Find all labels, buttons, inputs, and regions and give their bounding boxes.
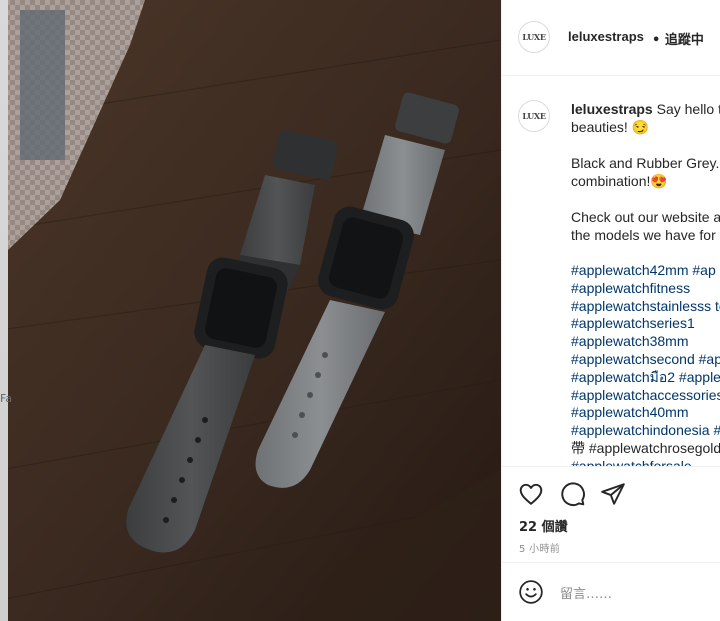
caption-text: the models we have for: [571, 227, 716, 243]
caption-scroll-area[interactable]: LUXE leluxestraps Say hello to beauties!…: [502, 76, 720, 466]
hashtag-link[interactable]: #applewatch40mm: [571, 404, 720, 422]
caption-avatar[interactable]: LUXE: [518, 100, 550, 132]
post-header: LUXE leluxestraps • 追蹤中: [502, 0, 720, 76]
paper-plane-icon[interactable]: [600, 481, 626, 507]
hashtag-list: #applewatch42mm #ap #applewatchfitness #…: [571, 262, 720, 466]
hashtag-link[interactable]: #applewatchfitness: [571, 280, 720, 298]
comment-bubble-icon[interactable]: [560, 481, 586, 507]
smiley-icon[interactable]: [518, 579, 544, 605]
like-count[interactable]: 22 個讚: [519, 516, 568, 535]
hashtag-link[interactable]: #applewatchaccessories: [571, 387, 720, 405]
following-status-button[interactable]: • 追蹤中: [652, 29, 704, 48]
caption-text: Say hello to: [656, 101, 720, 117]
product-image: [0, 0, 501, 621]
heart-icon[interactable]: [518, 481, 544, 507]
caption-text: beauties! 😏: [571, 119, 650, 135]
caption-text: combination!😍: [571, 173, 668, 189]
comment-input[interactable]: 留言……: [560, 583, 612, 602]
hashtag-link[interactable]: 帶 #applewatchrosegold: [571, 440, 720, 458]
post-actions: 22 個讚 5 小時前: [502, 466, 720, 563]
post-caption: leluxestraps Say hello to beauties! 😏 Bl…: [571, 100, 720, 466]
avatar-logo-text: LUXE: [522, 32, 546, 42]
hashtag-link[interactable]: #applewatchindonesia #: [571, 422, 720, 440]
hashtag-link[interactable]: #applewatchstainlesss te: [571, 298, 720, 316]
caption-text: Black and Rubber Grey.: [571, 155, 720, 171]
hashtag-link[interactable]: #applewatchมือ2 #apple: [571, 369, 720, 387]
caption-text: Check out our website a: [571, 209, 720, 225]
profile-avatar[interactable]: LUXE: [518, 21, 550, 53]
profile-username-link[interactable]: leluxestraps: [568, 29, 644, 44]
post-timestamp[interactable]: 5 小時前: [519, 540, 560, 555]
background-page-strip: [0, 0, 8, 621]
avatar-logo-text: LUXE: [522, 111, 546, 121]
hashtag-link[interactable]: #applewatchseries1: [571, 315, 720, 333]
background-edge-text: Fa: [0, 392, 13, 405]
caption-username-link[interactable]: leluxestraps: [571, 101, 653, 117]
post-photo[interactable]: Fa: [0, 0, 501, 621]
hashtag-link[interactable]: #applewatchforsale: [571, 458, 720, 466]
comment-bar: 留言……: [502, 562, 720, 621]
hashtag-link[interactable]: #applewatch42mm #ap: [571, 262, 720, 280]
post-sidebar: LUXE leluxestraps • 追蹤中 LUXE leluxestrap…: [501, 0, 720, 621]
hashtag-link[interactable]: #applewatch38mm: [571, 333, 720, 351]
hashtag-link[interactable]: #applewatchsecond #ap: [571, 351, 720, 369]
